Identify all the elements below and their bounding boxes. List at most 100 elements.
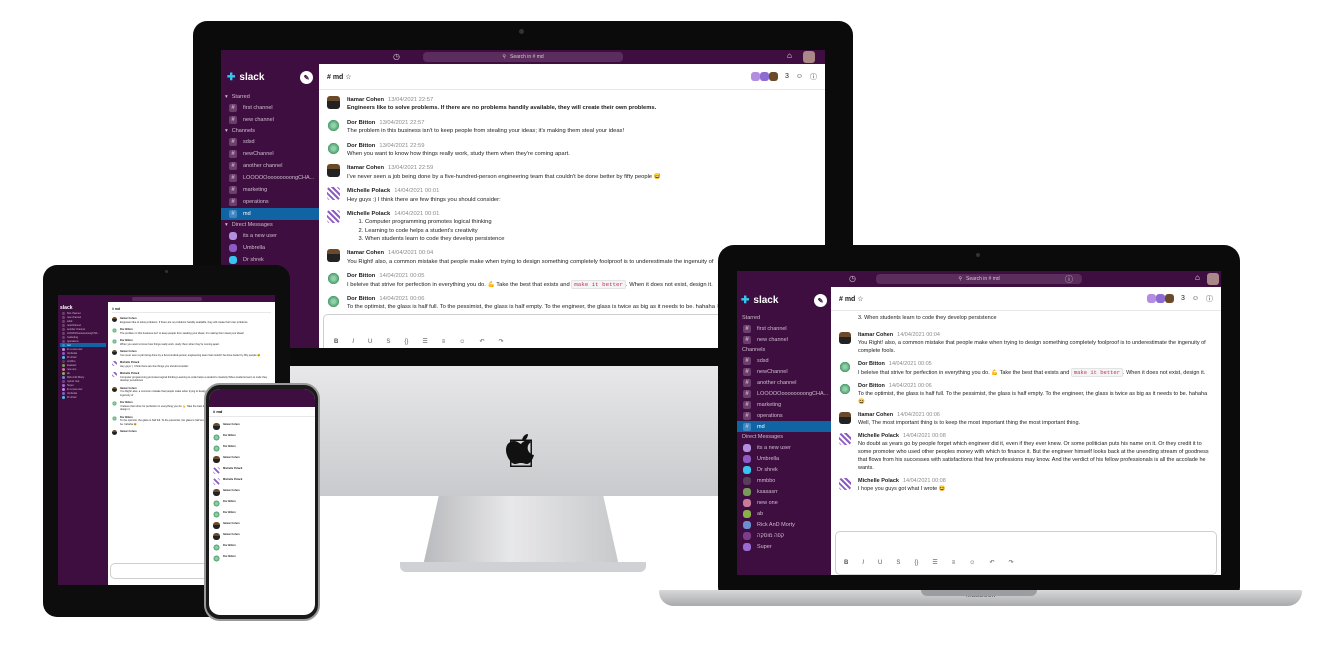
compose-icon[interactable]: ✎ [300, 71, 313, 84]
search-bar[interactable] [131, 296, 202, 301]
section-starred[interactable]: Starred [737, 313, 831, 323]
user-avatar[interactable] [327, 141, 340, 155]
section-direct-messages[interactable]: ▾ Direct Messages [221, 220, 319, 230]
author-name[interactable]: Itamar Cohen [347, 165, 384, 171]
dm-item[interactable]: its a new user [221, 230, 319, 242]
format-undo-icon[interactable]: ↶ [479, 338, 484, 345]
user-avatar[interactable] [327, 272, 340, 286]
author-name[interactable]: Dor Bitton [223, 500, 311, 503]
add-member-icon[interactable]: ☺ [796, 73, 803, 80]
channel-item[interactable]: # md [737, 421, 831, 432]
dm-item[interactable]: Umbrella [221, 242, 319, 254]
channel-title[interactable]: # md ☆ [327, 73, 352, 81]
info-icon[interactable]: ⓘ [1206, 294, 1213, 304]
author-name[interactable]: Michelle Polack [858, 433, 899, 439]
author-name[interactable]: Dor Bitton [347, 296, 375, 302]
timestamp[interactable]: 13/04/2021 22:59 [388, 165, 433, 171]
author-name[interactable]: Dor Bitton [223, 544, 311, 547]
author-name[interactable]: Michelle Polack [347, 188, 390, 194]
timestamp[interactable]: 14/04/2021 00:06 [379, 296, 424, 302]
channel-item[interactable]: # new channel [737, 334, 831, 345]
timestamp[interactable]: 14/04/2021 00:08 [903, 478, 946, 484]
author-name[interactable]: Dor Bitton [120, 339, 133, 342]
author-name[interactable]: Michelle Polack [347, 211, 390, 217]
search-bar[interactable]: ⚲ Search in # md [423, 52, 623, 62]
channel-item[interactable]: # operations [221, 196, 319, 208]
user-avatar[interactable] [112, 361, 117, 366]
channel-item[interactable]: # first channel [221, 102, 319, 114]
user-avatar[interactable] [213, 445, 220, 452]
author-name[interactable]: Dor Bitton [347, 273, 375, 279]
member-avatars[interactable] [750, 72, 778, 81]
timestamp[interactable]: 14/04/2021 00:06 [889, 383, 932, 389]
user-avatar[interactable] [327, 249, 340, 263]
author-name[interactable]: Dor Bitton [120, 328, 133, 331]
dm-item[interactable]: its a new user [737, 442, 831, 453]
format-code-icon[interactable]: {} [914, 560, 918, 566]
format-italic-icon[interactable]: I [862, 560, 864, 566]
user-avatar[interactable] [112, 372, 117, 377]
format-undo-icon[interactable]: ↶ [989, 559, 994, 566]
format-redo-icon[interactable]: ↷ [1008, 559, 1013, 566]
timestamp[interactable]: 14/04/2021 00:01 [394, 211, 439, 217]
timestamp[interactable]: 14/04/2021 00:04 [388, 250, 433, 256]
user-avatar[interactable] [839, 477, 851, 490]
user-avatar[interactable] [213, 511, 220, 518]
format-italic-icon[interactable]: I [352, 339, 354, 345]
author-name[interactable]: Itamar Cohen [858, 332, 893, 338]
channel-title[interactable]: # md ☆ [839, 295, 864, 303]
format-underline-icon[interactable]: U [878, 560, 882, 566]
channel-item[interactable]: # LOOOOOoooooooongCHA... [737, 388, 831, 399]
dm-item[interactable]: ab [737, 508, 831, 519]
user-avatar[interactable] [1207, 273, 1219, 285]
channel-item[interactable]: # marketing [737, 399, 831, 410]
user-avatar[interactable] [112, 339, 117, 344]
star-icon[interactable]: ☆ [345, 74, 351, 81]
author-name[interactable]: Michelle Polack [223, 467, 311, 470]
format-bullets-icon[interactable]: ☰ [932, 559, 937, 566]
user-avatar[interactable] [839, 332, 851, 344]
user-avatar[interactable] [839, 360, 851, 373]
author-name[interactable]: Itamar Cohen [223, 423, 311, 426]
channel-item[interactable]: # another channel [737, 377, 831, 388]
section-channels[interactable]: Channels [737, 345, 831, 355]
author-name[interactable]: Itamar Cohen [223, 533, 311, 536]
format-emoji-icon[interactable]: ☺ [459, 339, 465, 345]
channel-item[interactable]: # newChannel [737, 366, 831, 377]
user-avatar[interactable] [213, 467, 220, 474]
timestamp[interactable]: 14/04/2021 00:06 [897, 412, 940, 418]
dm-item[interactable]: ksasasrr [737, 486, 831, 497]
user-avatar[interactable] [327, 118, 340, 132]
timestamp[interactable]: 14/04/2021 00:08 [903, 433, 946, 439]
author-name[interactable]: Itamar Cohen [120, 350, 137, 353]
section-direct-messages[interactable]: Direct Messages [737, 432, 831, 442]
home-icon[interactable]: ⌂ [1195, 273, 1200, 282]
author-name[interactable]: Michelle Polack [120, 361, 139, 364]
format-numbered-icon[interactable]: ≡ [952, 560, 956, 566]
author-name[interactable]: Michelle Polack [858, 478, 899, 484]
user-avatar[interactable] [327, 96, 340, 109]
dm-item[interactable]: new one [737, 497, 831, 508]
info-icon[interactable]: ⓘ [810, 72, 817, 82]
channel-item[interactable]: # LOOOOOoooooooongCHA... [60, 331, 106, 335]
author-name[interactable]: Itamar Cohen [223, 456, 311, 459]
user-avatar[interactable] [213, 544, 220, 551]
user-avatar[interactable] [327, 209, 340, 223]
user-avatar[interactable] [213, 555, 220, 562]
history-icon[interactable]: ◷ [393, 52, 400, 61]
user-avatar[interactable] [839, 411, 851, 424]
author-name[interactable]: Michelle Polack [120, 372, 139, 375]
timestamp[interactable]: 14/04/2021 00:05 [379, 273, 424, 279]
format-bold-icon[interactable]: B [334, 339, 338, 345]
channel-item[interactable]: # LOOOOOoooooooongCHA... [221, 172, 319, 184]
channel-item[interactable]: # first channel [737, 323, 831, 334]
author-name[interactable]: Dor Bitton [347, 120, 375, 126]
channel-item[interactable]: # md [221, 208, 319, 220]
user-avatar[interactable] [327, 164, 340, 178]
author-name[interactable]: Dor Bitton [223, 555, 311, 558]
add-member-icon[interactable]: ☺ [1192, 295, 1199, 302]
format-bullets-icon[interactable]: ☰ [422, 338, 427, 345]
format-code-icon[interactable]: {} [404, 339, 408, 345]
dm-item[interactable]: Dr shrek [60, 395, 106, 399]
user-avatar[interactable] [327, 187, 340, 201]
